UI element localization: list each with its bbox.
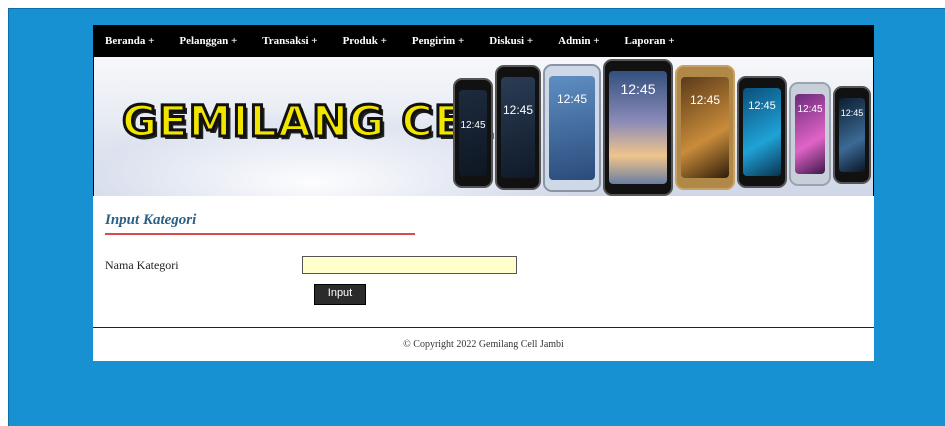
phone-image: 12:45: [543, 64, 601, 192]
phone-image: 12:45: [453, 78, 493, 188]
phone-image: 12:45: [833, 86, 871, 184]
input-submit-button[interactable]: Input: [314, 284, 366, 305]
nav-laporan[interactable]: Laporan +: [625, 35, 675, 47]
nav-pelanggan[interactable]: Pelanggan +: [179, 35, 237, 47]
footer: © Copyright 2022 Gemilang Cell Jambi: [93, 327, 874, 361]
copyright-text: © Copyright 2022 Gemilang Cell Jambi: [403, 339, 564, 350]
nav-produk[interactable]: Produk +: [343, 35, 387, 47]
phone-image: 12:45: [789, 82, 831, 186]
nav-admin[interactable]: Admin +: [558, 35, 599, 47]
phone-image: 12:45: [495, 65, 541, 190]
phone-image: 12:45: [675, 65, 735, 190]
nav-beranda[interactable]: Beranda +: [105, 35, 154, 47]
nav-pengirim[interactable]: Pengirim +: [412, 35, 464, 47]
main-nav: Beranda + Pelanggan + Transaksi + Produk…: [93, 25, 874, 57]
header-banner: GEMILANG CELL 12:45 12:45 12:45 12:45 12…: [93, 57, 874, 196]
phone-image: 12:45: [737, 76, 787, 188]
page-title: Input Kategori: [105, 212, 415, 235]
phone-image: 12:45: [603, 59, 673, 196]
site-container: Beranda + Pelanggan + Transaksi + Produk…: [93, 25, 874, 361]
main-content: Input Kategori Nama Kategori Input: [93, 196, 874, 327]
nav-transaksi[interactable]: Transaksi +: [262, 35, 317, 47]
nav-diskusi[interactable]: Diskusi +: [489, 35, 533, 47]
nama-kategori-input[interactable]: [302, 256, 517, 274]
form-row-nama-kategori: Nama Kategori: [105, 256, 862, 274]
nama-kategori-label: Nama Kategori: [105, 257, 179, 272]
banner-phones: 12:45 12:45 12:45 12:45 12:45 12:45 12:4…: [449, 57, 873, 196]
